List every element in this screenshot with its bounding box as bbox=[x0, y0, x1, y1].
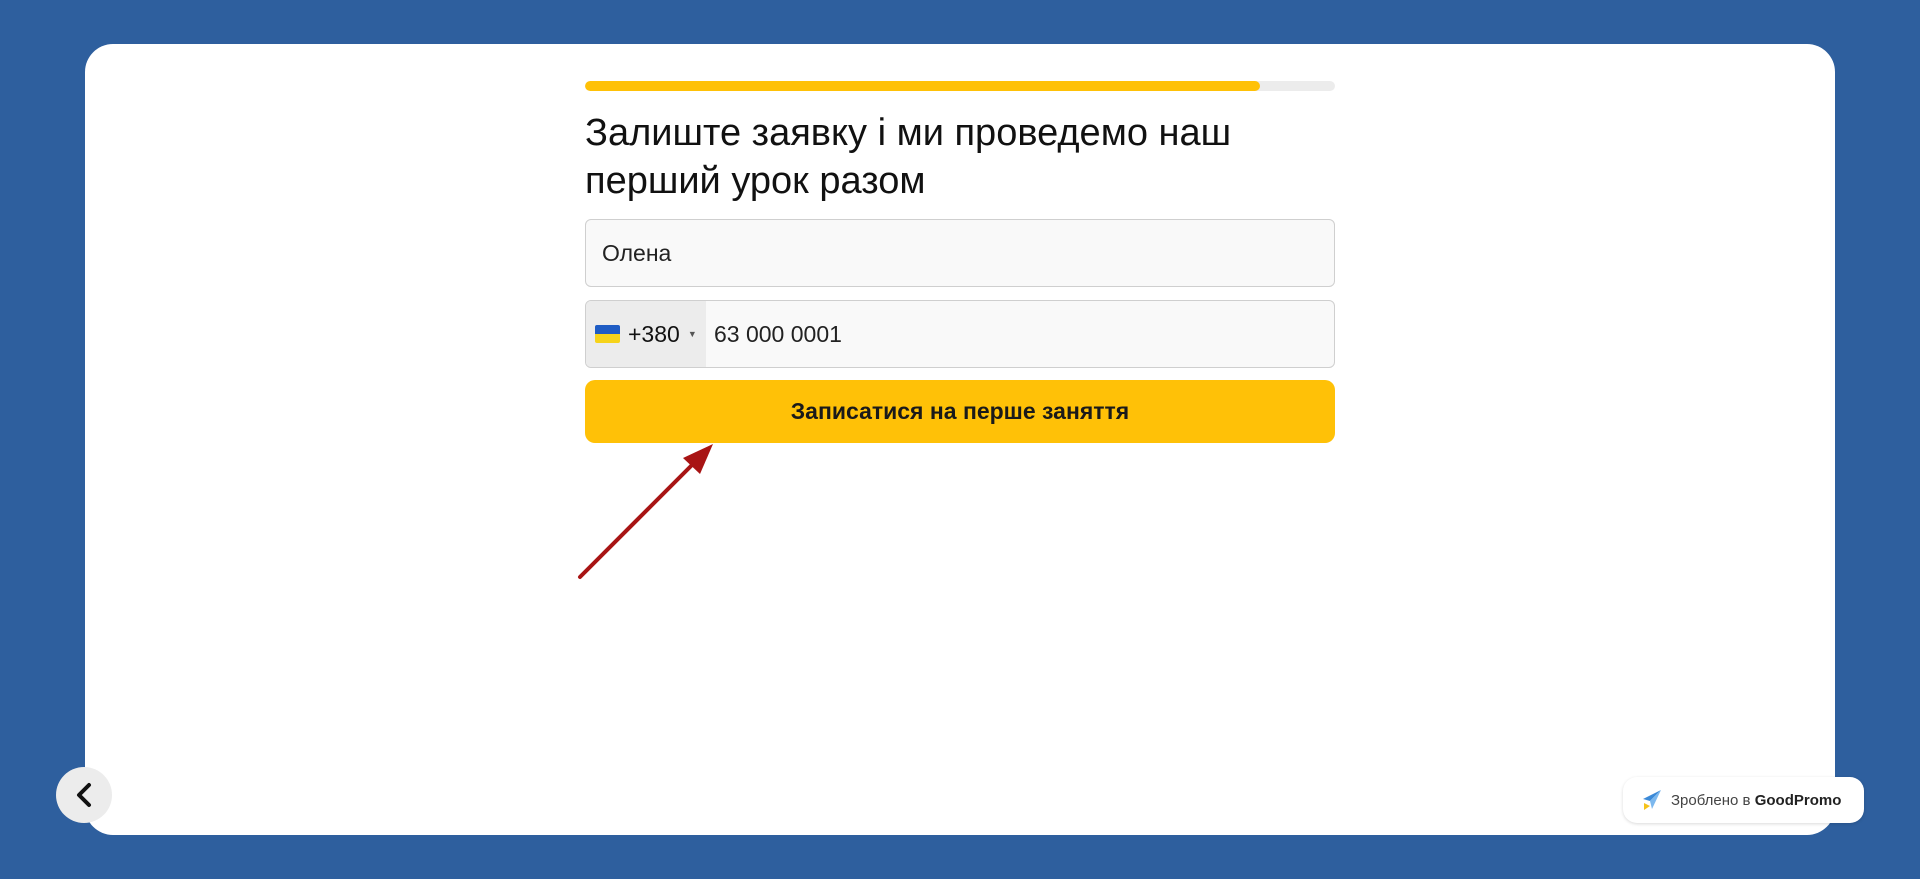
phone-field: +380 ▼ bbox=[585, 300, 1335, 368]
name-input[interactable] bbox=[585, 219, 1335, 287]
progress-bar bbox=[585, 81, 1335, 91]
lead-form: Залиште заявку і ми проведемо наш перший… bbox=[585, 81, 1335, 443]
progress-bar-fill bbox=[585, 81, 1260, 91]
made-with-badge[interactable]: Зроблено в GoodPromo bbox=[1623, 777, 1864, 823]
submit-button[interactable]: Записатися на перше заняття bbox=[585, 380, 1335, 443]
chevron-left-icon bbox=[77, 783, 91, 807]
dial-code: +380 bbox=[628, 320, 680, 347]
caret-down-icon: ▼ bbox=[687, 329, 697, 339]
country-code-select[interactable]: +380 ▼ bbox=[586, 301, 706, 367]
phone-input[interactable] bbox=[706, 301, 1334, 367]
paper-plane-icon bbox=[1643, 790, 1661, 810]
form-heading: Залиште заявку і ми проведемо наш перший… bbox=[585, 112, 1232, 202]
back-button[interactable] bbox=[56, 767, 112, 823]
badge-prefix: Зроблено в bbox=[1671, 791, 1751, 809]
ukraine-flag-icon bbox=[595, 325, 620, 343]
annotation-arrow-icon bbox=[578, 444, 713, 579]
badge-brand: GoodPromo bbox=[1754, 791, 1842, 809]
badge-label: Зроблено в GoodPromo bbox=[1671, 792, 1841, 809]
